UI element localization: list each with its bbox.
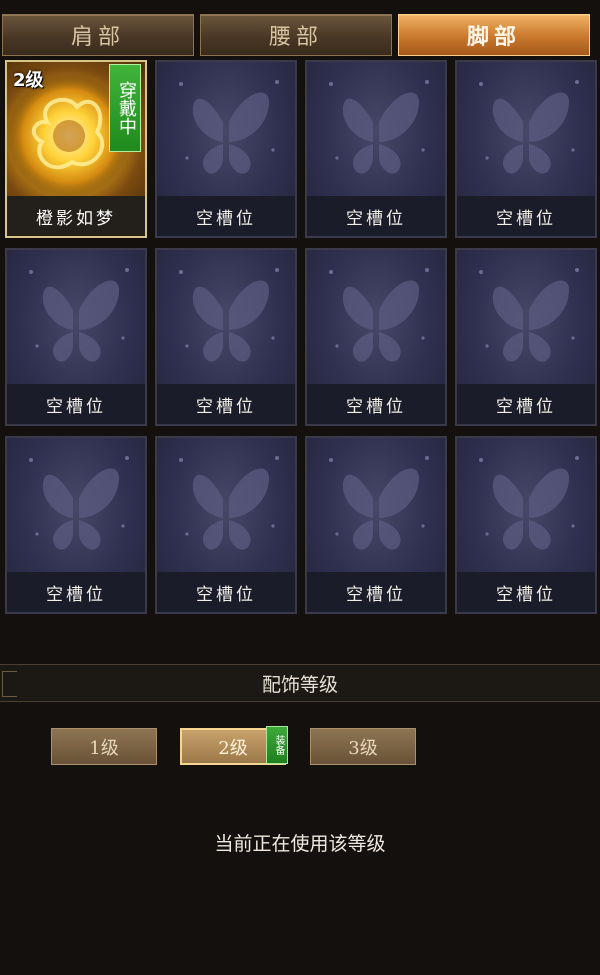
butterfly-icon bbox=[29, 268, 129, 362]
section-title: 配饰等级 bbox=[261, 673, 338, 696]
level-3-button[interactable]: 3级 bbox=[310, 728, 416, 765]
slot-label: 空槽位 bbox=[457, 572, 595, 612]
butterfly-icon bbox=[329, 456, 429, 550]
slot-label: 空槽位 bbox=[157, 196, 295, 236]
tab-waist[interactable]: 腰部 bbox=[200, 14, 392, 56]
butterfly-icon bbox=[179, 456, 279, 550]
slot-level: 2级 bbox=[13, 70, 44, 91]
slot-label: 空槽位 bbox=[307, 572, 445, 612]
butterfly-icon bbox=[479, 456, 579, 550]
level-1-button[interactable]: 1级 bbox=[51, 728, 157, 765]
slot-equipped[interactable]: 2级 穿戴中 橙影如梦 bbox=[5, 60, 147, 238]
accessory-tabs: 肩部 腰部 脚部 bbox=[0, 0, 600, 62]
butterfly-icon bbox=[479, 80, 579, 174]
slot-empty[interactable]: 空槽位 bbox=[455, 60, 597, 238]
slot-empty[interactable]: 空槽位 bbox=[305, 436, 447, 614]
slot-empty[interactable]: 空槽位 bbox=[5, 248, 147, 426]
tab-shoulder[interactable]: 肩部 bbox=[2, 14, 194, 56]
slot-empty[interactable]: 空槽位 bbox=[305, 248, 447, 426]
slot-label: 空槽位 bbox=[157, 384, 295, 424]
slot-label: 空槽位 bbox=[157, 572, 295, 612]
equipped-level-badge: 装备 bbox=[266, 726, 288, 764]
slot-label: 空槽位 bbox=[7, 384, 145, 424]
slot-empty[interactable]: 空槽位 bbox=[155, 248, 297, 426]
status-text: 当前正在使用该等级 bbox=[214, 833, 386, 855]
level-section-header: 配饰等级 bbox=[0, 664, 600, 702]
slot-label: 空槽位 bbox=[307, 196, 445, 236]
tab-feet[interactable]: 脚部 bbox=[398, 14, 590, 56]
equipped-badge: 穿戴中 bbox=[109, 64, 141, 152]
butterfly-icon bbox=[179, 268, 279, 362]
butterfly-icon bbox=[479, 268, 579, 362]
slot-empty[interactable]: 空槽位 bbox=[155, 436, 297, 614]
butterfly-icon bbox=[329, 268, 429, 362]
butterfly-icon bbox=[179, 80, 279, 174]
slot-empty[interactable]: 空槽位 bbox=[455, 248, 597, 426]
slot-label: 空槽位 bbox=[307, 384, 445, 424]
slot-empty[interactable]: 空槽位 bbox=[455, 436, 597, 614]
slot-label: 空槽位 bbox=[7, 572, 145, 612]
slot-label: 空槽位 bbox=[457, 384, 595, 424]
slot-label: 空槽位 bbox=[457, 196, 595, 236]
slot-empty[interactable]: 空槽位 bbox=[155, 60, 297, 238]
butterfly-icon bbox=[329, 80, 429, 174]
slot-empty[interactable]: 空槽位 bbox=[305, 60, 447, 238]
butterfly-icon bbox=[29, 456, 129, 550]
slot-empty[interactable]: 空槽位 bbox=[5, 436, 147, 614]
slot-label: 橙影如梦 bbox=[7, 196, 145, 236]
